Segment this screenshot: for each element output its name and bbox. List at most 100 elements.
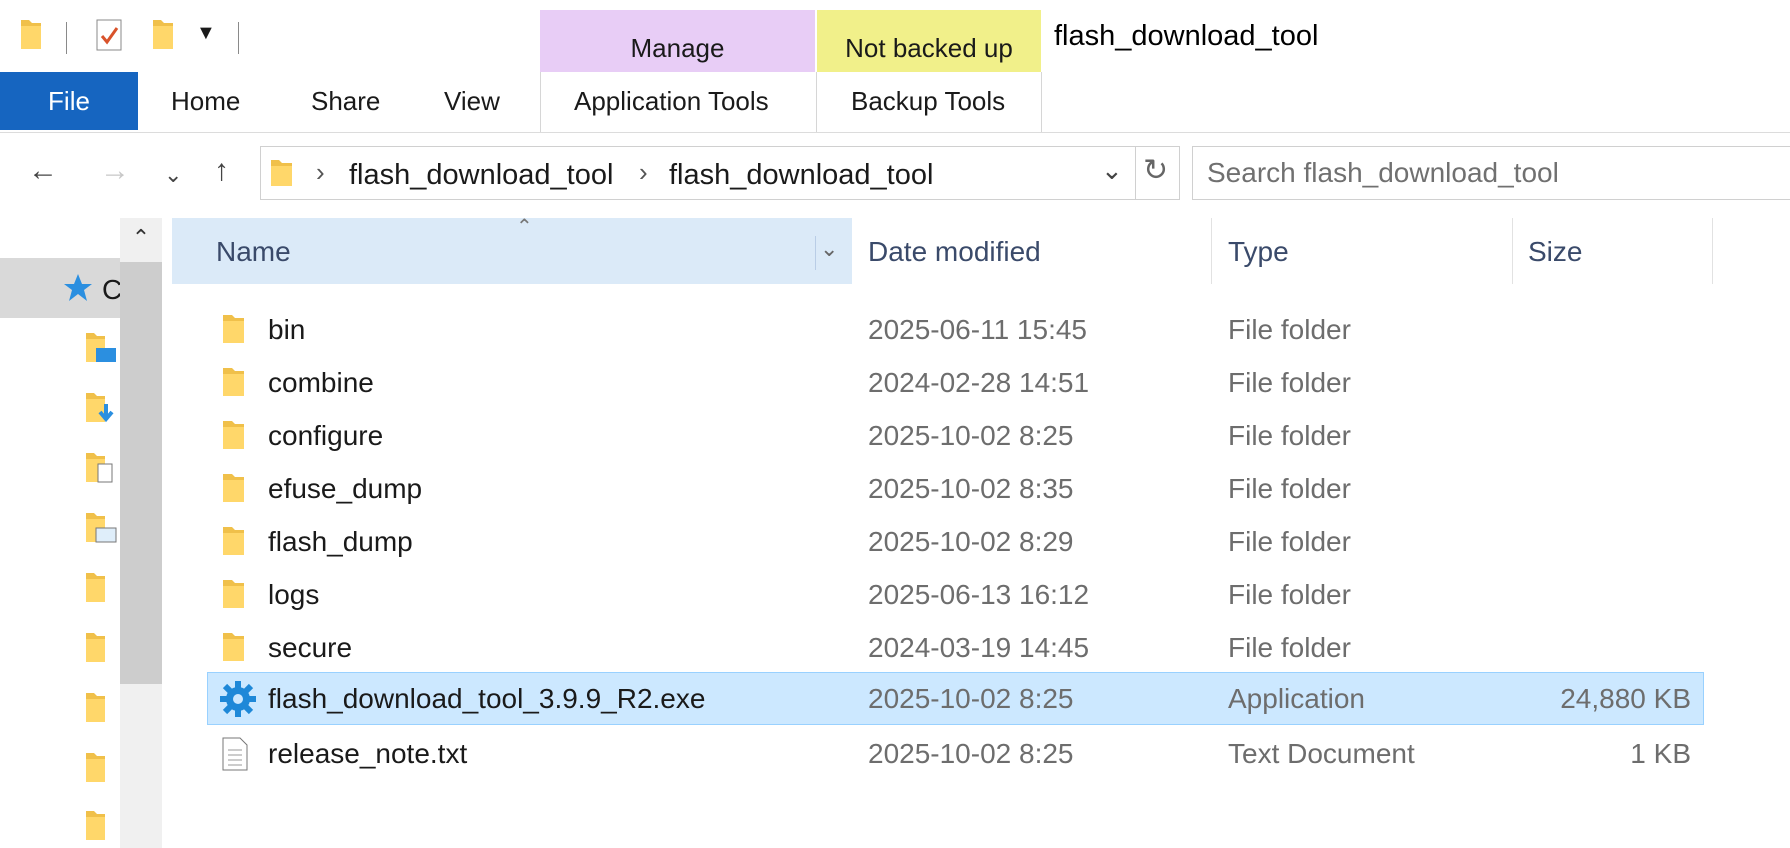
search-input[interactable] <box>1205 153 1789 193</box>
file-date: 2025-06-13 16:12 <box>868 579 1090 610</box>
divider <box>816 72 817 132</box>
file-name: bin <box>268 314 306 345</box>
desktop-folder-icon[interactable] <box>84 330 120 368</box>
folder-icon[interactable] <box>84 570 120 608</box>
tab-home[interactable]: Home <box>171 86 240 117</box>
column-header-name-label[interactable]: Name <box>216 236 291 268</box>
file-type: File folder <box>1228 420 1351 451</box>
folder-icon[interactable] <box>84 630 120 668</box>
folder-icon[interactable] <box>84 690 120 728</box>
file-date: 2025-10-02 8:29 <box>868 526 1074 557</box>
file-date: 2025-10-02 8:25 <box>868 683 1074 714</box>
breadcrumb-chevron-icon[interactable]: › <box>316 157 325 188</box>
tab-application-tools[interactable]: Application Tools <box>574 86 769 117</box>
address-dropdown-chevron-icon[interactable]: ⌄ <box>1101 155 1123 186</box>
folder-icon <box>223 421 244 449</box>
customize-quick-access-icon[interactable]: ▼ <box>196 22 216 45</box>
folder-icon <box>223 368 244 396</box>
column-header-date-modified[interactable]: Date modified <box>868 236 1041 268</box>
nav-quick-access[interactable]: C <box>0 258 122 318</box>
gear-app-icon <box>220 681 256 717</box>
up-arrow-icon[interactable]: ↑ <box>214 154 229 188</box>
context-group-manage: Manage <box>540 10 815 72</box>
divider[interactable] <box>1712 218 1713 284</box>
window-title: flash_download_tool <box>1054 20 1319 52</box>
pictures-folder-icon[interactable] <box>84 510 120 548</box>
recent-locations-chevron-icon[interactable]: ⌄ <box>164 162 182 188</box>
scroll-up-icon[interactable]: ⌃ <box>120 218 162 258</box>
nav-scrollbar-thumb[interactable] <box>120 262 162 684</box>
context-group-not-backed-up: Not backed up <box>817 10 1041 72</box>
downloads-folder-icon[interactable] <box>84 390 120 428</box>
column-header-type[interactable]: Type <box>1228 236 1289 268</box>
divider[interactable] <box>1512 218 1513 284</box>
refresh-button[interactable]: ↻ <box>1135 146 1180 200</box>
tab-file[interactable]: File <box>0 72 138 130</box>
file-name: efuse_dump <box>268 473 423 504</box>
folder-icon <box>223 474 244 502</box>
file-date: 2025-10-02 8:35 <box>868 473 1074 504</box>
file-row[interactable]: flash_dump 2025-10-02 8:29 File folder <box>208 516 1703 567</box>
tab-view[interactable]: View <box>444 86 500 117</box>
column-header-size[interactable]: Size <box>1528 236 1582 268</box>
folder-icon <box>223 527 244 555</box>
file-type: File folder <box>1228 526 1351 557</box>
file-type: Application <box>1228 683 1365 714</box>
file-name: configure <box>268 420 384 451</box>
file-row-selected[interactable]: flash_download_tool_3.9.9_R2.exe 2025-10… <box>207 672 1704 725</box>
forward-arrow-icon[interactable]: → <box>100 154 130 188</box>
tab-share[interactable]: Share <box>311 86 380 117</box>
separator <box>238 22 239 54</box>
folder-icon <box>223 580 244 608</box>
file-type: Text Document <box>1228 738 1415 769</box>
file-type: File folder <box>1228 367 1351 398</box>
file-row[interactable]: secure 2024-03-19 14:45 File folder <box>208 622 1703 673</box>
file-type: File folder <box>1228 473 1351 504</box>
file-date: 2025-10-02 8:25 <box>868 738 1074 769</box>
file-date: 2024-02-28 14:51 <box>868 367 1090 398</box>
file-type: File folder <box>1228 632 1351 663</box>
file-row[interactable]: release_note.txt 2025-10-02 8:25 Text Do… <box>208 728 1703 779</box>
file-row[interactable]: bin 2025-06-11 15:45 File folder <box>208 304 1703 355</box>
file-date: 2024-03-19 14:45 <box>868 632 1090 663</box>
folder-icon[interactable] <box>84 808 120 846</box>
file-name: release_note.txt <box>268 738 468 769</box>
context-group-label: Manage <box>630 33 725 63</box>
refresh-icon: ↻ <box>1143 154 1169 187</box>
folder-icon <box>223 633 244 661</box>
star-icon <box>64 274 92 301</box>
divider <box>815 236 816 270</box>
search-box[interactable] <box>1192 146 1790 200</box>
file-type: File folder <box>1228 579 1351 610</box>
file-size: 24,880 KB <box>1560 683 1691 714</box>
file-row[interactable]: configure 2025-10-02 8:25 File folder <box>208 410 1703 461</box>
breadcrumb-item[interactable]: flash_download_tool <box>349 159 613 192</box>
file-name: secure <box>268 632 353 663</box>
file-size: 1 KB <box>1630 738 1691 769</box>
file-row[interactable]: combine 2024-02-28 14:51 File folder <box>208 357 1703 408</box>
file-row[interactable]: logs 2025-06-13 16:12 File folder <box>208 569 1703 620</box>
properties-icon[interactable] <box>94 16 124 52</box>
file-name: flash_download_tool_3.9.9_R2.exe <box>268 683 706 714</box>
breadcrumb-item[interactable]: flash_download_tool <box>669 159 933 192</box>
folder-icon <box>223 315 244 343</box>
address-bar[interactable]: › flash_download_tool › flash_download_t… <box>260 146 1136 200</box>
file-type: File folder <box>1228 314 1351 345</box>
file-date: 2025-06-11 15:45 <box>868 314 1087 345</box>
separator <box>66 22 67 54</box>
new-folder-icon[interactable] <box>150 16 176 52</box>
column-filter-chevron-icon[interactable]: ⌄ <box>820 236 838 262</box>
context-group-label: Not backed up <box>845 33 1013 63</box>
folder-icon[interactable] <box>18 16 44 52</box>
file-row[interactable]: efuse_dump 2025-10-02 8:35 File folder <box>208 463 1703 514</box>
documents-folder-icon[interactable] <box>84 450 120 488</box>
breadcrumb-chevron-icon[interactable]: › <box>639 157 648 188</box>
folder-icon[interactable] <box>84 750 120 788</box>
divider <box>540 72 541 132</box>
divider <box>1041 72 1042 132</box>
divider[interactable] <box>1211 218 1212 284</box>
file-date: 2025-10-02 8:25 <box>868 420 1074 451</box>
text-file-icon <box>222 737 248 771</box>
back-arrow-icon[interactable]: ← <box>28 154 58 188</box>
tab-backup-tools[interactable]: Backup Tools <box>851 86 1005 117</box>
